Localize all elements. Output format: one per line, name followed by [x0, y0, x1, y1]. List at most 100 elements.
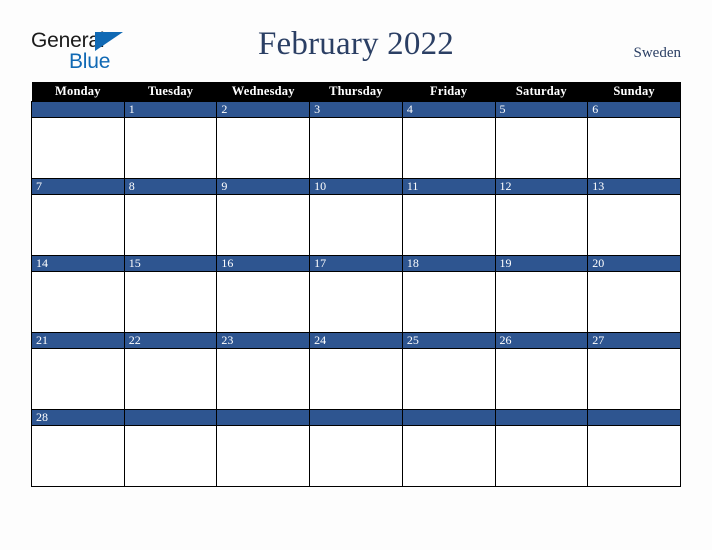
day-number: 7	[32, 179, 124, 195]
day-cell[interactable]	[587, 409, 681, 487]
day-notes-area[interactable]	[496, 195, 588, 255]
day-notes-area[interactable]	[403, 195, 495, 255]
day-number: 24	[310, 333, 402, 349]
day-number: 8	[124, 179, 217, 195]
day-cell[interactable]	[123, 409, 218, 487]
day-notes-area[interactable]	[496, 349, 588, 409]
day-cell[interactable]: 16	[216, 255, 311, 333]
day-notes-area[interactable]	[310, 118, 402, 178]
day-notes-area[interactable]	[588, 349, 680, 409]
day-number: 26	[495, 333, 588, 349]
day-notes-area[interactable]	[32, 349, 124, 409]
day-number: 5	[495, 102, 588, 118]
day-cell[interactable]: 22	[123, 332, 218, 410]
day-cell[interactable]: 14	[31, 255, 125, 333]
calendar-week-row: 28	[31, 409, 681, 487]
day-cell[interactable]: 28	[31, 409, 125, 487]
day-notes-area[interactable]	[403, 272, 495, 332]
day-number	[495, 410, 588, 426]
day-notes-area[interactable]	[32, 118, 124, 178]
day-cell[interactable]: 4	[401, 101, 496, 179]
day-notes-area[interactable]	[125, 195, 217, 255]
day-number: 11	[402, 179, 495, 195]
day-notes-area[interactable]	[310, 195, 402, 255]
day-notes-area[interactable]	[125, 272, 217, 332]
day-number: 28	[32, 410, 124, 426]
weekday-header-sunday: Sunday	[587, 82, 681, 102]
day-cell[interactable]: 7	[31, 178, 125, 256]
day-cell[interactable]: 1	[123, 101, 218, 179]
day-cell[interactable]: 2	[216, 101, 311, 179]
day-number: 10	[310, 179, 402, 195]
day-notes-area[interactable]	[588, 426, 680, 486]
day-cell[interactable]: 3	[309, 101, 403, 179]
day-number: 9	[217, 179, 310, 195]
calendar-week-row: 14 15 16 17 18 19 20	[31, 255, 681, 333]
day-cell[interactable]: 23	[216, 332, 311, 410]
day-notes-area[interactable]	[32, 426, 124, 486]
day-notes-area[interactable]	[32, 272, 124, 332]
day-notes-area[interactable]	[217, 426, 309, 486]
day-cell[interactable]	[401, 409, 496, 487]
day-notes-area[interactable]	[217, 349, 309, 409]
day-cell[interactable]: 19	[494, 255, 589, 333]
day-notes-area[interactable]	[496, 426, 588, 486]
day-cell[interactable]	[494, 409, 589, 487]
day-notes-area[interactable]	[32, 195, 124, 255]
day-notes-area[interactable]	[217, 118, 309, 178]
day-notes-area[interactable]	[125, 118, 217, 178]
day-notes-area[interactable]	[588, 118, 680, 178]
weekday-header-monday: Monday	[31, 82, 125, 102]
day-notes-area[interactable]	[217, 272, 309, 332]
day-cell[interactable]: 12	[494, 178, 589, 256]
day-number	[402, 410, 495, 426]
calendar-week-row: 1 2 3 4 5 6	[31, 101, 681, 179]
day-number: 25	[402, 333, 495, 349]
day-cell[interactable]: 20	[587, 255, 681, 333]
day-cell[interactable]: 10	[309, 178, 403, 256]
day-number: 21	[32, 333, 124, 349]
day-cell[interactable]: 13	[587, 178, 681, 256]
day-cell[interactable]: 24	[309, 332, 403, 410]
day-notes-area[interactable]	[310, 426, 402, 486]
day-cell[interactable]: 25	[401, 332, 496, 410]
day-notes-area[interactable]	[310, 349, 402, 409]
day-notes-area[interactable]	[125, 349, 217, 409]
day-notes-area[interactable]	[496, 118, 588, 178]
day-notes-area[interactable]	[588, 272, 680, 332]
day-cell[interactable]: 8	[123, 178, 218, 256]
day-cell[interactable]	[309, 409, 403, 487]
day-cell[interactable]: 9	[216, 178, 311, 256]
day-cell[interactable]: 5	[494, 101, 589, 179]
day-notes-area[interactable]	[403, 349, 495, 409]
day-cell[interactable]: 11	[401, 178, 496, 256]
weekday-header-thursday: Thursday	[309, 82, 403, 102]
day-cell[interactable]: 6	[587, 101, 681, 179]
day-cell[interactable]	[31, 101, 125, 179]
day-number: 22	[124, 333, 217, 349]
day-notes-area[interactable]	[403, 426, 495, 486]
day-notes-area[interactable]	[496, 272, 588, 332]
calendar-header-row: Monday Tuesday Wednesday Thursday Friday…	[31, 82, 681, 102]
day-number: 14	[32, 256, 124, 272]
weekday-header-friday: Friday	[402, 82, 496, 102]
day-number: 4	[402, 102, 495, 118]
day-number	[124, 410, 217, 426]
day-notes-area[interactable]	[588, 195, 680, 255]
day-cell[interactable]: 18	[401, 255, 496, 333]
day-number: 2	[217, 102, 310, 118]
day-number: 17	[310, 256, 402, 272]
day-cell[interactable]: 27	[587, 332, 681, 410]
day-notes-area[interactable]	[217, 195, 309, 255]
day-cell[interactable]: 21	[31, 332, 125, 410]
day-number: 16	[217, 256, 310, 272]
day-notes-area[interactable]	[310, 272, 402, 332]
day-cell[interactable]: 15	[123, 255, 218, 333]
day-cell[interactable]: 17	[309, 255, 403, 333]
day-notes-area[interactable]	[125, 426, 217, 486]
weekday-header-wednesday: Wednesday	[216, 82, 310, 102]
calendar-grid: Monday Tuesday Wednesday Thursday Friday…	[31, 82, 681, 487]
day-cell[interactable]: 26	[494, 332, 589, 410]
day-cell[interactable]	[216, 409, 311, 487]
day-notes-area[interactable]	[403, 118, 495, 178]
